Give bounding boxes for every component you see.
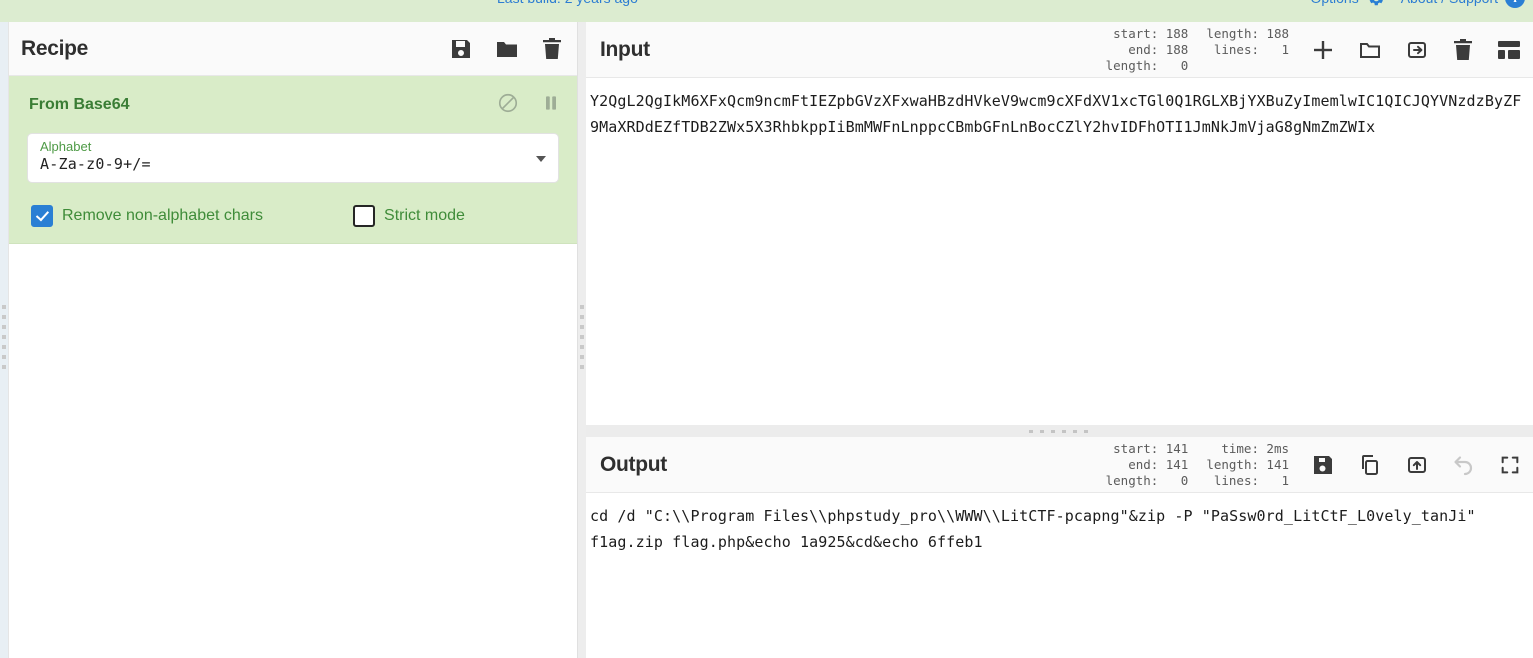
- input-title: Input: [600, 37, 650, 61]
- stat-value: 2ms: [1266, 440, 1289, 456]
- last-build-text: Last build: 2 years ago: [497, 0, 638, 6]
- folder-icon[interactable]: [495, 37, 519, 61]
- input-toolbar: [1311, 38, 1521, 62]
- input-panel: Input start: 188 end: 188 length: 0 length:…: [586, 22, 1533, 425]
- remove-non-alphabet-chars-checkbox[interactable]: Remove non-alphabet chars: [31, 205, 263, 227]
- operation-checkboxes: Remove non-alphabet chars Strict mode: [31, 205, 577, 227]
- input-text[interactable]: Y2QgL2QgIkM6XFxQcm9ncmFtIEZpbGVzXFxwaHBz…: [590, 88, 1529, 140]
- operation-controls: [497, 92, 561, 117]
- info-icon: i: [1505, 0, 1525, 8]
- output-panel: Output start: 141 end: 141 length: 0 time: 2…: [586, 437, 1533, 658]
- checkbox-box[interactable]: [31, 205, 53, 227]
- stat-value: 1: [1281, 41, 1289, 57]
- stat-key: start:: [1113, 25, 1159, 41]
- output-title: Output: [600, 452, 668, 476]
- open-folder-as-input-icon[interactable]: [1405, 38, 1429, 62]
- left-edge-splitter[interactable]: [0, 22, 8, 658]
- trash-icon[interactable]: [1452, 38, 1474, 62]
- top-banner: Last build: 2 years ago Options About / …: [0, 0, 1533, 22]
- operation-name: From Base64: [29, 95, 130, 113]
- input-output-splitter[interactable]: [586, 425, 1533, 437]
- trash-icon[interactable]: [541, 37, 563, 61]
- stat-value: 188: [1266, 25, 1289, 41]
- stat-key: lines:: [1213, 472, 1259, 488]
- panel-layout-icon[interactable]: [1497, 39, 1521, 61]
- circle-slash-icon[interactable]: [497, 92, 519, 117]
- stat-value: 141: [1165, 440, 1189, 456]
- stat-key: length:: [1105, 472, 1159, 488]
- checkbox-box[interactable]: [353, 205, 376, 227]
- output-text[interactable]: cd /d "C:\\Program Files\\phpstudy_pro\\…: [590, 503, 1529, 555]
- stat-value: 0: [1180, 57, 1189, 73]
- cyberchef-app: Last build: 2 years ago Options About / …: [0, 0, 1533, 658]
- recipe-title-bar: Recipe: [9, 22, 577, 76]
- maximize-icon[interactable]: [1499, 454, 1521, 476]
- options-button[interactable]: Options: [1310, 0, 1384, 8]
- alphabet-field[interactable]: Alphabet A-Za-z0-9+/=: [27, 133, 559, 183]
- about-support-button[interactable]: About / Support i: [1401, 0, 1525, 8]
- stat-key: start:: [1113, 440, 1159, 456]
- stat-value: 141: [1266, 456, 1289, 472]
- checkbox-label: Remove non-alphabet chars: [62, 207, 264, 224]
- recipe-title: Recipe: [21, 36, 89, 60]
- recipe-toolbar: [449, 37, 563, 61]
- output-stats: start: 141 end: 141 length: 0 time: 2ms leng…: [1106, 441, 1289, 489]
- stat-key: end:: [1128, 41, 1159, 57]
- undo-icon: [1452, 453, 1476, 477]
- stat-key: end:: [1128, 456, 1159, 472]
- recipe-panel: Recipe From Base64 Alphabet A-Za-z0-9+/=…: [8, 22, 578, 658]
- chevron-down-icon[interactable]: [536, 156, 546, 162]
- copy-icon[interactable]: [1358, 453, 1382, 477]
- strict-mode-checkbox[interactable]: Strict mode: [353, 205, 465, 227]
- stat-key: length:: [1105, 57, 1159, 73]
- recipe-empty-area[interactable]: [9, 244, 577, 584]
- input-body[interactable]: Y2QgL2QgIkM6XFxQcm9ncmFtIEZpbGVzXFxwaHBz…: [586, 78, 1533, 424]
- pause-icon[interactable]: [541, 93, 561, 116]
- about-support-label: About / Support: [1401, 0, 1498, 6]
- stat-value: 188: [1165, 41, 1189, 57]
- recipe-io-splitter[interactable]: [578, 22, 586, 658]
- save-icon[interactable]: [449, 37, 473, 61]
- gear-icon: [1366, 0, 1385, 8]
- replace-input-icon[interactable]: [1405, 453, 1429, 477]
- stat-key: time:: [1221, 440, 1259, 456]
- splitter-grip: [1028, 429, 1091, 433]
- splitter-grip: [2, 305, 6, 375]
- output-body[interactable]: cd /d "C:\\Program Files\\phpstudy_pro\\…: [586, 493, 1533, 657]
- save-icon[interactable]: [1311, 453, 1335, 477]
- checkbox-label: Strict mode: [384, 207, 465, 224]
- stat-key: length:: [1206, 25, 1259, 41]
- folder-icon[interactable]: [1358, 38, 1382, 62]
- stat-value: 188: [1165, 25, 1189, 41]
- stat-value: 0: [1180, 472, 1189, 488]
- output-header: Output start: 141 end: 141 length: 0 time: 2…: [586, 437, 1533, 493]
- splitter-grip: [580, 305, 584, 375]
- alphabet-label: Alphabet: [40, 139, 92, 154]
- stat-key: lines:: [1213, 41, 1259, 57]
- stat-value: 1: [1281, 472, 1289, 488]
- options-label: Options: [1310, 0, 1358, 6]
- output-toolbar: [1311, 453, 1521, 477]
- input-header: Input start: 188 end: 188 length: 0 length:…: [586, 22, 1533, 78]
- recipe-operation-from-base64[interactable]: From Base64 Alphabet A-Za-z0-9+/= Remove…: [9, 76, 577, 244]
- alphabet-value[interactable]: A-Za-z0-9+/=: [40, 154, 528, 175]
- stat-key: length:: [1206, 456, 1259, 472]
- stat-value: 141: [1165, 456, 1189, 472]
- plus-icon[interactable]: [1311, 38, 1335, 62]
- operation-header: From Base64: [9, 76, 577, 123]
- input-stats: start: 188 end: 188 length: 0 length: 188 li…: [1106, 26, 1289, 74]
